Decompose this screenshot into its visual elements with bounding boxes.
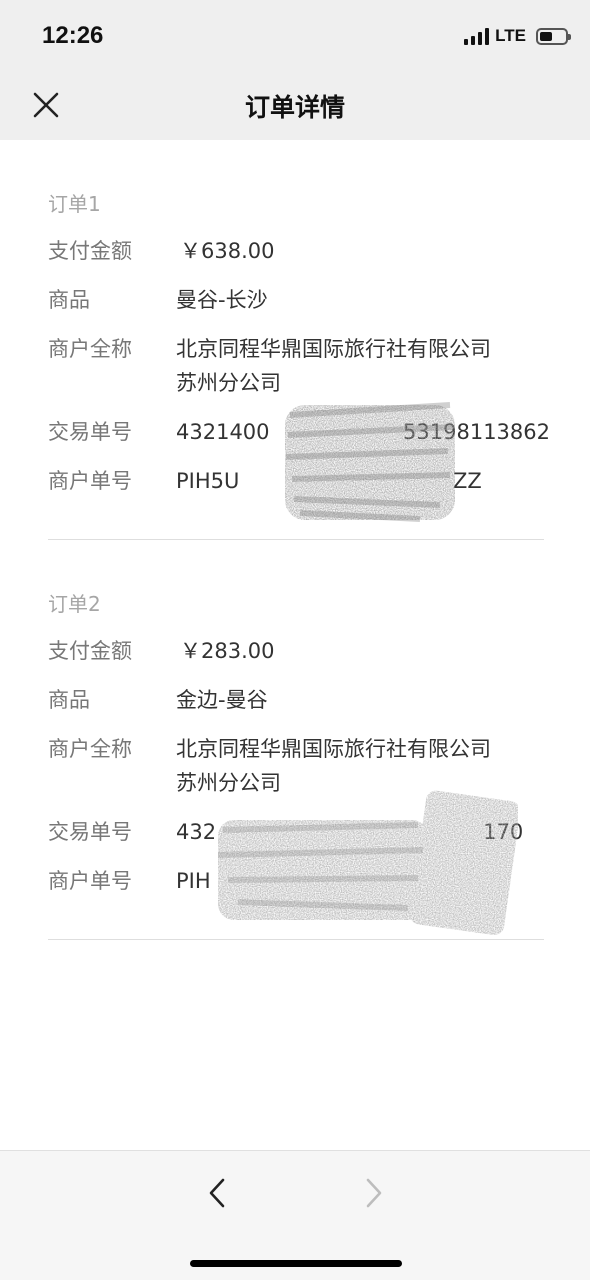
order-card: 订单2 支付金额 ￥283.00 商品 金边-曼谷 商户全称 北京同程华鼎国际旅… [48, 540, 544, 940]
status-time: 12:26 [42, 22, 104, 49]
field-row-merchant-order-id: 商户单号 PIH5U ZZ [48, 466, 544, 498]
order-card: 订单1 支付金额 ￥638.00 商品 曼谷-长沙 商户全称 北京同程华鼎国际旅… [48, 140, 550, 540]
field-value-amount: ￥283.00 [180, 639, 275, 663]
field-label: 支付金额 [48, 239, 132, 263]
field-row-amount: 支付金额 ￥638.00 [48, 236, 544, 268]
order-title: 订单2 [48, 592, 101, 616]
field-label: 商户全称 [48, 737, 132, 761]
signal-icon [464, 27, 490, 45]
battery-icon [536, 27, 571, 45]
field-label: 交易单号 [48, 420, 132, 444]
field-row-merchant: 商户全称 北京同程华鼎国际旅行社有限公司 苏州分公司 [48, 734, 544, 800]
field-row-merchant: 商户全称 北京同程华鼎国际旅行社有限公司 苏州分公司 [48, 334, 544, 400]
order-list: 订单1 支付金额 ￥638.00 商品 曼谷-长沙 商户全称 北京同程华鼎国际旅… [48, 140, 550, 940]
back-button[interactable] [195, 1171, 239, 1215]
redaction-scribble [218, 790, 518, 935]
field-value-transaction-id: 4321400 53198113862 [176, 420, 551, 444]
field-label: 商品 [48, 288, 90, 312]
field-row-merchant-order-id: 商户单号 PIH [48, 866, 544, 898]
order-title: 订单1 [48, 192, 101, 216]
status-indicators: LTE [464, 24, 571, 48]
field-value-merchant: 北京同程华鼎国际旅行社有限公司 苏州分公司 [176, 737, 491, 795]
field-row-amount: 支付金额 ￥283.00 [48, 636, 544, 668]
status-bar: 12:26 LTE [0, 0, 590, 70]
field-label: 交易单号 [48, 820, 132, 844]
field-label: 商户全称 [48, 337, 132, 361]
field-value-merchant: 北京同程华鼎国际旅行社有限公司 苏州分公司 [176, 337, 491, 395]
field-value-merchant-order-id: PIH5U ZZ [176, 469, 482, 493]
field-label: 商户单号 [48, 869, 132, 893]
field-row-transaction-id: 交易单号 432 170 [48, 817, 544, 849]
chevron-left-icon [209, 1178, 225, 1208]
bottom-toolbar [0, 1150, 590, 1280]
nav-bar: 订单详情 [0, 70, 590, 140]
field-label: 商户单号 [48, 469, 132, 493]
home-indicator[interactable] [190, 1260, 402, 1267]
field-row-transaction-id: 交易单号 4321400 53198113862 [48, 417, 550, 449]
forward-button[interactable] [352, 1171, 396, 1215]
chevron-right-icon [366, 1178, 382, 1208]
field-value-product: 金边-曼谷 [176, 688, 268, 712]
field-value-merchant-order-id: PIH [176, 869, 211, 893]
network-type: LTE [495, 26, 526, 45]
field-row-product: 商品 金边-曼谷 [48, 685, 544, 717]
field-value-product: 曼谷-长沙 [176, 288, 268, 312]
field-value-transaction-id: 432 170 [176, 820, 524, 844]
field-value-amount: ￥638.00 [180, 239, 275, 263]
field-label: 商品 [48, 688, 90, 712]
field-row-product: 商品 曼谷-长沙 [48, 285, 544, 317]
page-title: 订单详情 [244, 93, 345, 122]
field-label: 支付金额 [48, 639, 132, 663]
